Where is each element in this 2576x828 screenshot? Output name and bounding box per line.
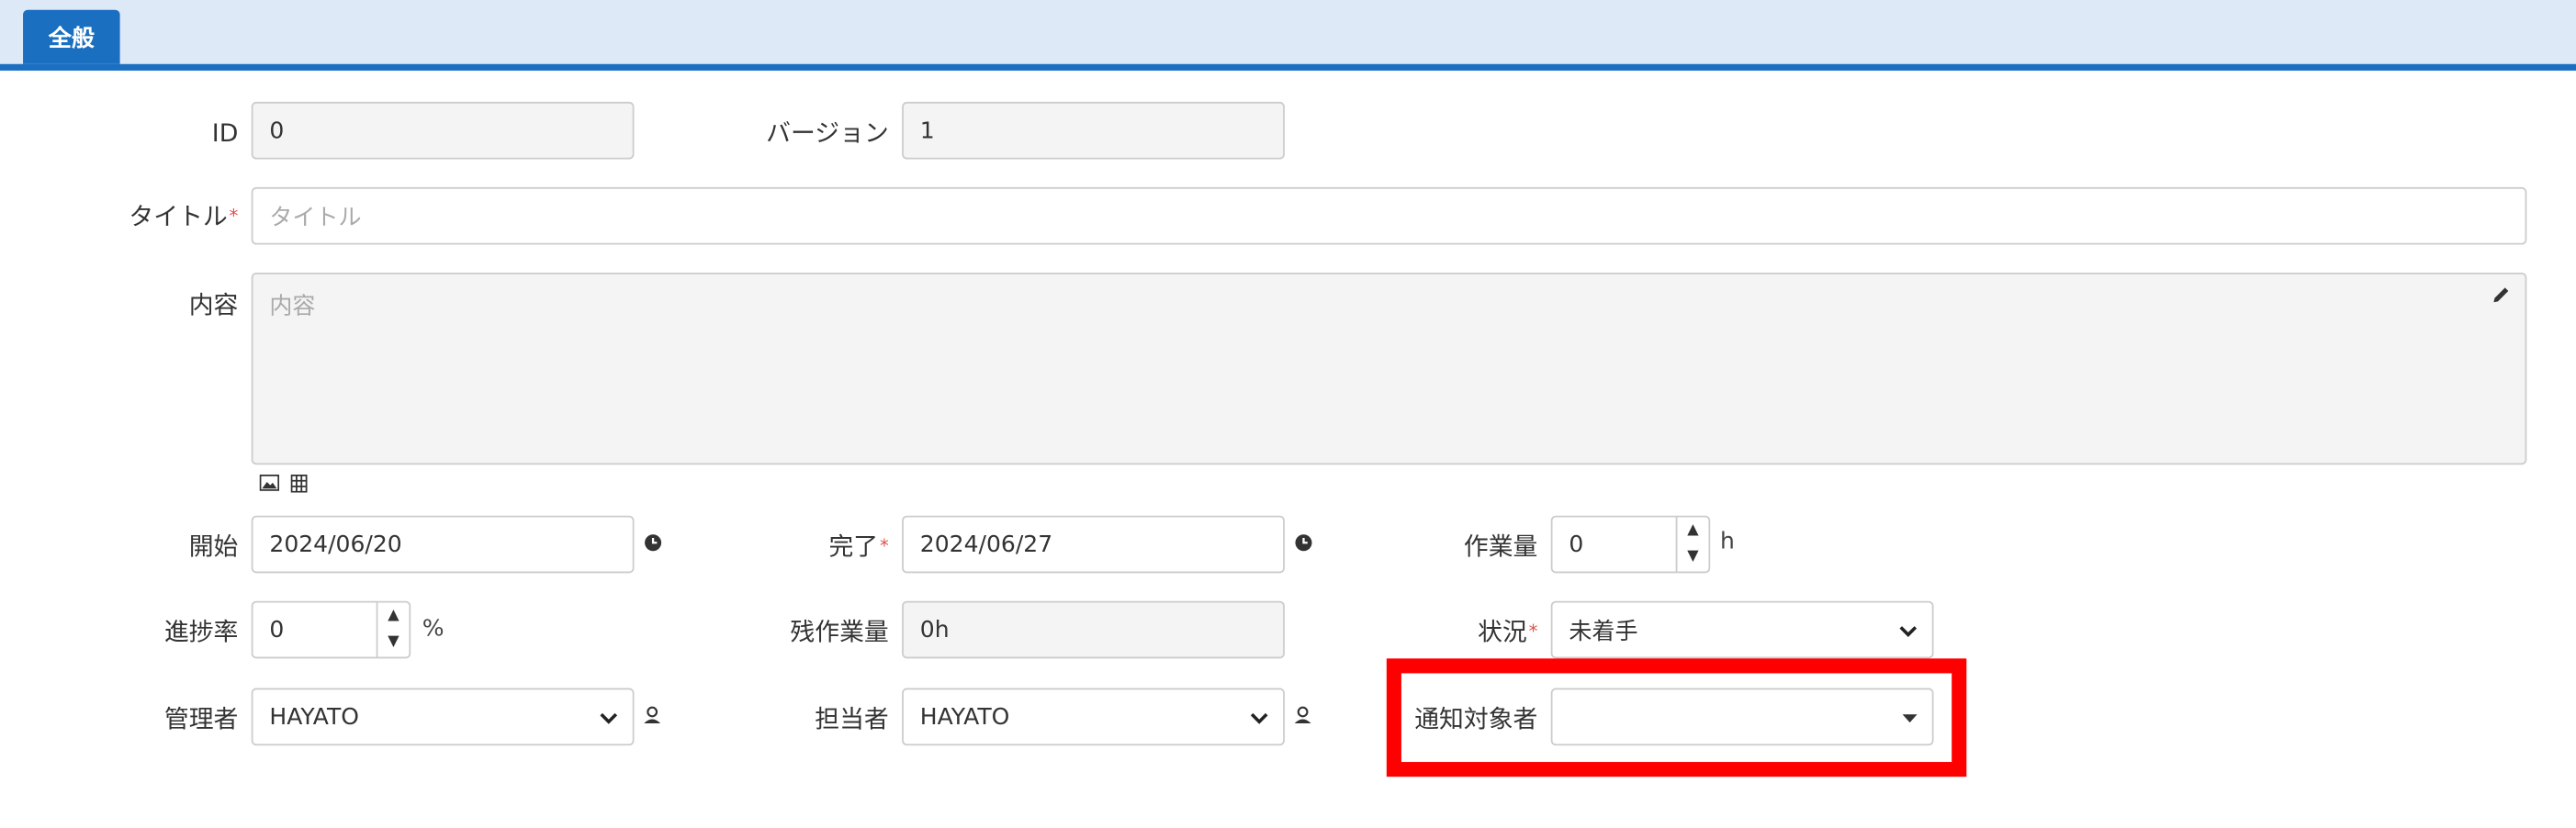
end-date-value: 2024/06/27 [919, 531, 1053, 558]
status-value: 未着手 [1569, 618, 1638, 645]
owner-label: 担当者 [815, 704, 889, 734]
remaining-value: 0h [919, 616, 950, 643]
clock-icon[interactable] [1293, 532, 1312, 552]
progress-unit: % [422, 615, 444, 643]
progress-value: 0 [269, 616, 285, 643]
content-label: 内容 [188, 290, 239, 320]
workload-stepper[interactable]: 0 ▲ ▼ [1550, 515, 1711, 574]
required-mark: * [879, 535, 889, 557]
spin-down-icon[interactable]: ▼ [1677, 543, 1708, 570]
content-textarea[interactable]: 内容 [251, 272, 2527, 465]
start-label: 開始 [188, 531, 239, 562]
title-input[interactable]: タイトル [251, 186, 2527, 245]
start-date-input[interactable]: 2024/06/20 [251, 515, 635, 574]
workload-value: 0 [1569, 531, 1584, 558]
remaining-field: 0h [902, 600, 1285, 659]
tab-general[interactable]: 全般 [23, 9, 120, 64]
start-date-value: 2024/06/20 [269, 531, 402, 558]
id-field[interactable]: 0 [251, 101, 635, 160]
owner-value: HAYATO [919, 703, 1010, 731]
image-icon[interactable] [258, 473, 279, 492]
id-label: ID [211, 117, 239, 149]
chevron-down-icon [1897, 622, 1917, 639]
user-icon[interactable] [1291, 704, 1312, 723]
workload-unit: h [1719, 529, 1735, 555]
end-date-input[interactable]: 2024/06/27 [902, 515, 1285, 574]
progress-spinner[interactable]: ▲ ▼ [376, 602, 410, 657]
progress-label: 進捗率 [163, 617, 239, 647]
spin-up-icon[interactable]: ▲ [1677, 518, 1708, 544]
title-placeholder: タイトル [269, 204, 362, 231]
spin-down-icon[interactable]: ▼ [377, 629, 409, 655]
progress-stepper[interactable]: 0 ▲ ▼ [251, 600, 411, 659]
content-placeholder: 内容 [269, 294, 316, 320]
required-mark: * [229, 205, 239, 227]
status-select[interactable]: 未着手 [1550, 600, 1934, 659]
workload-label: 作業量 [1463, 531, 1538, 562]
version-field[interactable]: 1 [902, 101, 1285, 160]
title-label-text: タイトル [129, 202, 228, 232]
status-label: 状況 * [1478, 618, 1537, 647]
manager-label: 管理者 [163, 704, 239, 734]
title-label: タイトル * [129, 202, 238, 231]
manager-value: HAYATO [269, 703, 359, 731]
clock-icon[interactable] [642, 532, 661, 552]
owner-select[interactable]: HAYATO [902, 688, 1285, 746]
manager-select[interactable]: HAYATO [251, 688, 635, 746]
workload-spinner[interactable]: ▲ ▼ [1675, 517, 1709, 572]
status-label-text: 状況 [1478, 617, 1527, 647]
grid-icon[interactable] [289, 473, 309, 492]
version-label: バージョン [766, 117, 889, 149]
version-value: 1 [919, 117, 935, 144]
remaining-label: 残作業量 [790, 617, 889, 647]
tab-bar: 全般 [0, 0, 2576, 71]
pencil-icon[interactable] [2489, 283, 2512, 306]
end-label: 完了 * [828, 532, 888, 562]
required-mark: * [1528, 621, 1538, 643]
end-label-text: 完了 [828, 531, 879, 562]
chevron-down-icon [1249, 710, 1268, 726]
id-value: 0 [269, 117, 285, 144]
highlight-box [1386, 658, 1967, 778]
spin-up-icon[interactable]: ▲ [377, 603, 409, 630]
chevron-down-icon [598, 710, 617, 726]
user-icon[interactable] [641, 704, 662, 723]
